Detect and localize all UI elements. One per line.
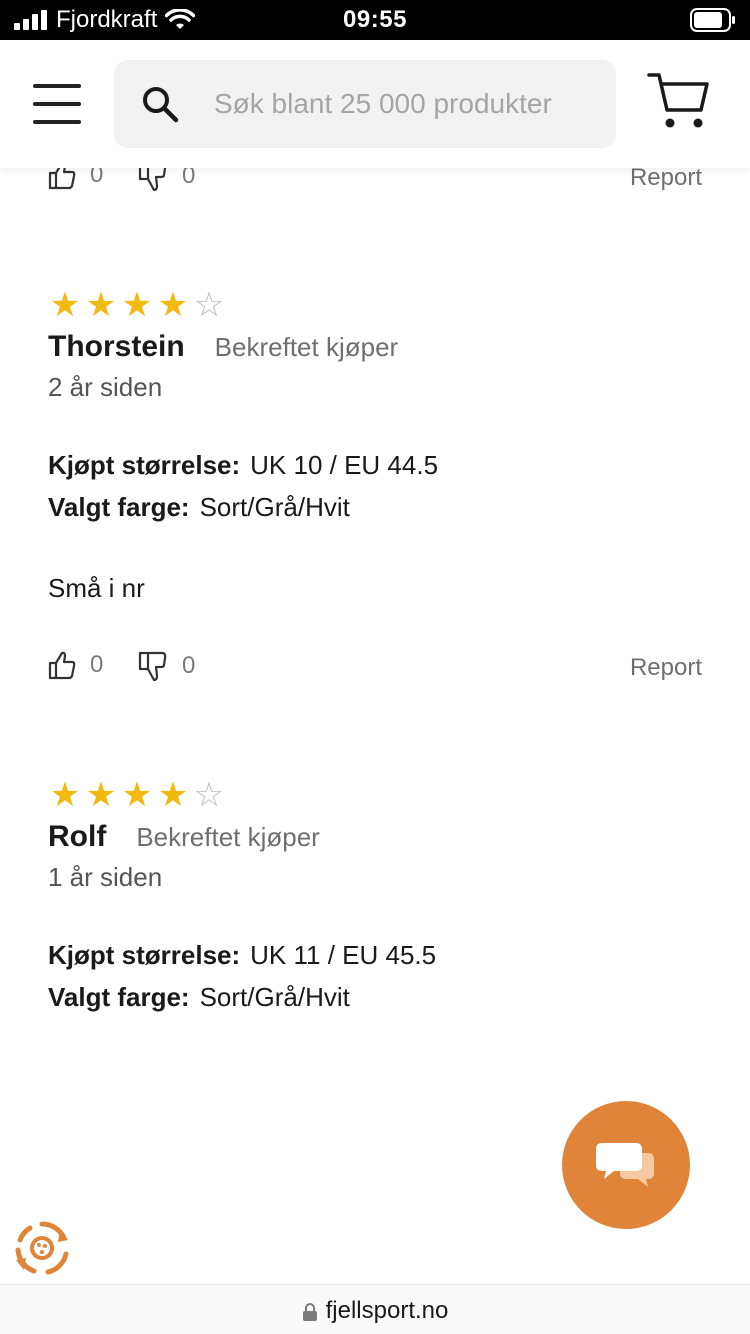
like-button[interactable]: 0 — [48, 650, 103, 680]
lock-icon — [302, 1302, 317, 1321]
dislike-count: 0 — [182, 652, 196, 679]
star-empty-icon: ☆ — [193, 776, 225, 814]
search-bar[interactable] — [114, 60, 616, 148]
review-age: 1 år siden — [48, 862, 163, 892]
purchased-size-value: UK 10 / EU 44.5 — [250, 450, 439, 480]
report-link[interactable]: Report — [630, 654, 702, 682]
chat-bubbles-icon — [596, 1143, 654, 1187]
cart-icon[interactable] — [647, 70, 709, 132]
purchased-size: Kjøpt størrelse: UK 11 / EU 45.5 — [48, 940, 436, 971]
thumbs-up-icon — [48, 651, 76, 680]
star-full-icon: ★ — [157, 286, 189, 324]
star-full-icon: ★ — [49, 286, 81, 324]
purchased-size-value: UK 11 / EU 45.5 — [250, 940, 437, 970]
hamburger-menu-button[interactable] — [33, 84, 81, 124]
review-text: Små i nr — [48, 573, 145, 603]
browser-url-bar[interactable]: fjellsport.no — [0, 1284, 750, 1334]
star-full-icon: ★ — [121, 286, 153, 324]
star-empty-icon: ☆ — [193, 286, 225, 324]
star-full-icon: ★ — [85, 776, 117, 814]
status-bar: Fjordkraft 09:55 — [0, 0, 750, 40]
reviewer-name: Thorstein — [48, 330, 185, 363]
like-count: 0 — [90, 651, 104, 678]
selected-color-value: Sort/Grå/Hvit — [199, 492, 350, 522]
purchased-size: Kjøpt størrelse: UK 10 / EU 44.5 — [48, 450, 438, 481]
site-header — [0, 40, 750, 168]
url-container: fjellsport.no — [0, 1297, 750, 1325]
star-full-icon: ★ — [157, 776, 189, 814]
search-input[interactable] — [214, 80, 600, 128]
selected-color-value: Sort/Grå/Hvit — [199, 982, 350, 1012]
star-rating: ★ ★ ★ ★ ☆ — [48, 778, 226, 812]
reviewer-name: Rolf — [48, 820, 107, 853]
reviewer-row: Thorstein Bekreftet kjøper — [48, 330, 398, 364]
report-link[interactable]: Report — [630, 164, 702, 192]
selected-color-label: Valgt farge: — [48, 982, 190, 1012]
review-age: 2 år siden — [48, 372, 163, 402]
reviewer-row: Rolf Bekreftet kjøper — [48, 820, 320, 854]
verified-buyer-label: Bekreftet kjøper — [136, 822, 320, 852]
selected-color: Valgt farge: Sort/Grå/Hvit — [48, 982, 350, 1013]
recycle-badge-icon[interactable] — [12, 1218, 72, 1278]
url-text: fjellsport.no — [325, 1297, 449, 1324]
selected-color: Valgt farge: Sort/Grå/Hvit — [48, 492, 350, 523]
dislike-button[interactable]: 0 — [138, 650, 195, 682]
thumbs-down-icon — [138, 651, 167, 682]
purchased-size-label: Kjøpt størrelse: — [48, 940, 241, 970]
chat-button[interactable] — [562, 1101, 690, 1229]
star-full-icon: ★ — [121, 776, 153, 814]
verified-buyer-label: Bekreftet kjøper — [214, 332, 399, 362]
battery-icon — [690, 8, 735, 32]
review-votes: 0 0 Report — [48, 650, 702, 690]
clock: 09:55 — [343, 6, 407, 33]
star-full-icon: ★ — [49, 776, 81, 814]
star-full-icon: ★ — [85, 286, 117, 324]
selected-color-label: Valgt farge: — [48, 492, 190, 522]
star-rating: ★ ★ ★ ★ ☆ — [48, 288, 226, 322]
search-icon — [143, 87, 179, 123]
purchased-size-label: Kjøpt størrelse: — [48, 450, 241, 480]
